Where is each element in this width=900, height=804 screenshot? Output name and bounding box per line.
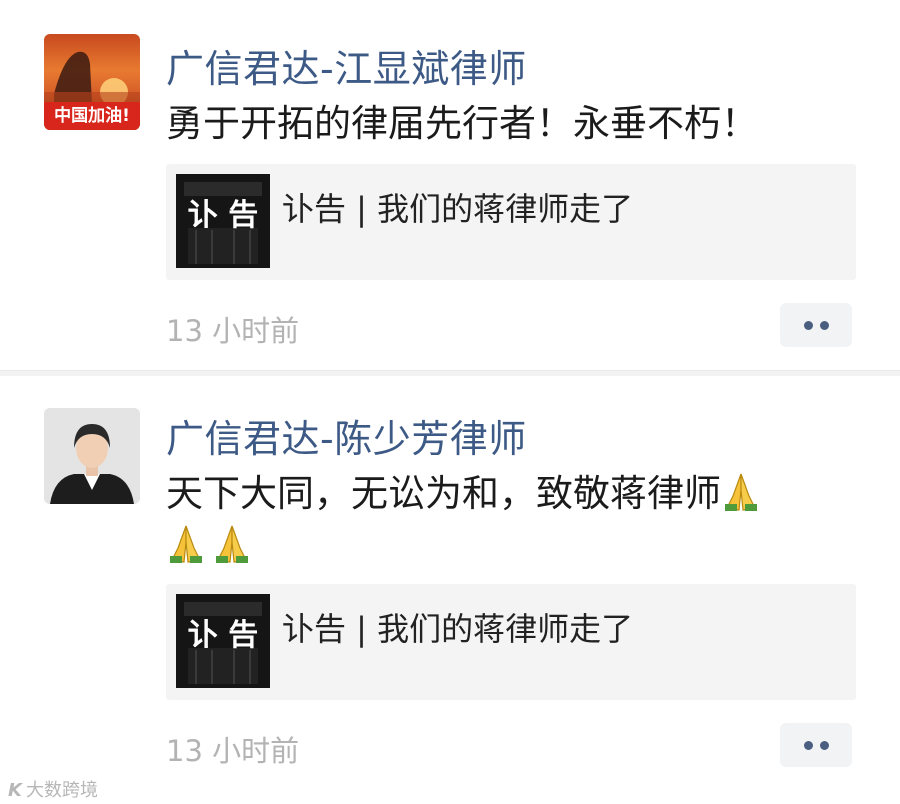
moment-comment: 中国加油! 广信君达-江显斌律师 勇于开拓的律届先行者！永垂不朽！ 讣 告 讣告… (0, 0, 900, 370)
praying-hands-icon (725, 473, 757, 511)
comment-line: 勇于开拓的律届先行者！永垂不朽！ (166, 102, 758, 145)
praying-hands-icon (170, 525, 202, 563)
comment-text: 天下大同，无讼为和，致敬蒋律师 (166, 468, 761, 572)
author-name[interactable]: 广信君达-陈少芳律师 (166, 408, 527, 463)
thumbnail-text: 讣 告 (187, 198, 259, 233)
author-name[interactable]: 广信君达-江显斌律师 (166, 38, 527, 93)
link-thumbnail: 讣 告 (176, 594, 270, 688)
avatar[interactable]: 中国加油! (44, 34, 140, 130)
comment-text: 勇于开拓的律届先行者！永垂不朽！ (166, 98, 758, 150)
comment-line: 天下大同，无讼为和，致敬蒋律师 (166, 468, 761, 520)
link-thumbnail: 讣 告 (176, 174, 270, 268)
moment-comment: 广信君达-陈少芳律师 天下大同，无讼为和，致敬蒋律师 讣 告 讣告 | 我们的蒋… (0, 376, 900, 804)
more-dot-icon (804, 741, 813, 750)
link-title: 讣告 | 我们的蒋律师走了 (282, 190, 634, 228)
link-card[interactable]: 讣 告 讣告 | 我们的蒋律师走了 (166, 164, 856, 280)
timestamp: 13 小时前 (166, 734, 300, 768)
more-dot-icon (820, 741, 829, 750)
timestamp: 13 小时前 (166, 314, 300, 348)
thumbnail-text: 讣 告 (187, 618, 259, 653)
avatar-badge: 中国加油! (44, 102, 140, 130)
more-button[interactable] (780, 303, 852, 347)
watermark-logo: K (8, 780, 22, 801)
avatar[interactable] (44, 408, 140, 504)
more-dot-icon (804, 321, 813, 330)
more-button[interactable] (780, 723, 852, 767)
watermark: K 大数跨境 (8, 776, 98, 802)
more-dot-icon (820, 321, 829, 330)
praying-hands-icon (216, 525, 248, 563)
link-card[interactable]: 讣 告 讣告 | 我们的蒋律师走了 (166, 584, 856, 700)
comment-line-text: 天下大同，无讼为和，致敬蒋律师 (166, 472, 721, 515)
comment-line (166, 520, 761, 572)
person-avatar-image (44, 408, 140, 504)
link-title: 讣告 | 我们的蒋律师走了 (282, 610, 634, 648)
watermark-text: 大数跨境 (25, 780, 98, 801)
